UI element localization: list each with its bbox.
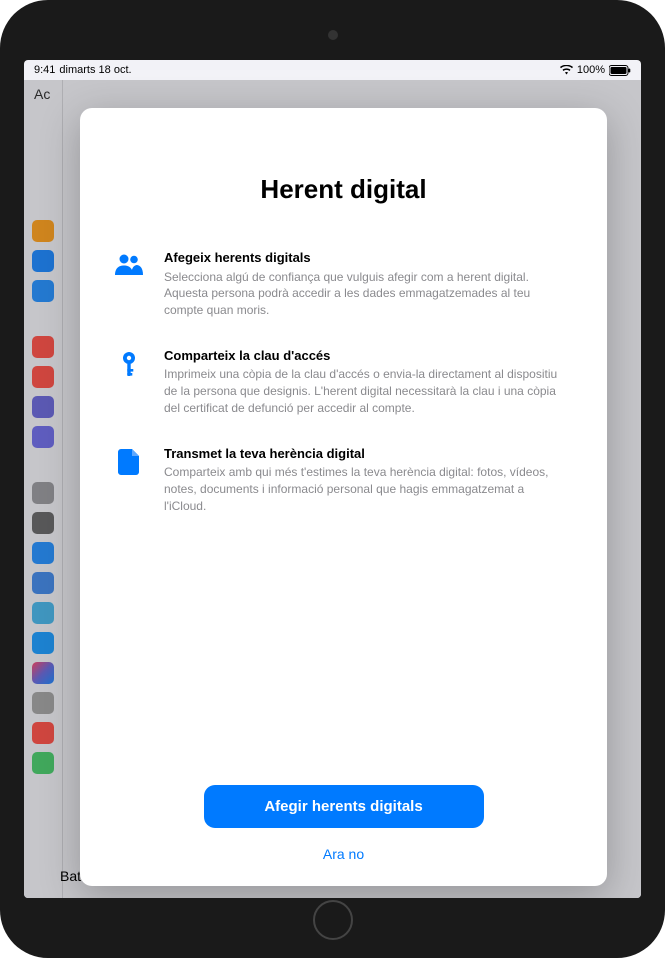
digital-legacy-modal: Herent digital Afegeix herents digitals … [80,108,607,886]
info-row-add-contacts: Afegeix herents digitals Selecciona algú… [112,249,567,319]
info-text: Afegeix herents digitals Selecciona algú… [164,249,567,319]
info-desc: Imprimeix una còpia de la clau d'accés o… [164,366,567,416]
info-row-pass-on: Transmet la teva herència digital Compar… [112,445,567,515]
battery-icon [609,65,631,76]
info-heading: Transmet la teva herència digital [164,445,567,463]
key-icon [112,347,146,377]
info-list: Afegeix herents digitals Selecciona algú… [106,249,581,515]
info-row-share-key: Comparteix la clau d'accés Imprimeix una… [112,347,567,417]
home-button[interactable] [313,900,353,940]
info-desc: Selecciona algú de confiança que vulguis… [164,269,567,319]
status-left: 9:41 dimarts 18 oct. [34,64,132,76]
info-text: Comparteix la clau d'accés Imprimeix una… [164,347,567,417]
info-text: Transmet la teva herència digital Compar… [164,445,567,515]
status-time: 9:41 [34,64,55,76]
document-icon [112,445,146,475]
info-desc: Comparteix amb qui més t'estimes la teva… [164,464,567,514]
modal-footer: Afegir herents digitals Ara no [106,785,581,866]
add-legacy-contact-button[interactable]: Afegir herents digitals [204,785,484,828]
status-date: dimarts 18 oct. [59,64,131,76]
wifi-icon [560,65,573,75]
status-bar: 9:41 dimarts 18 oct. 100% [24,60,641,80]
people-icon [112,249,146,275]
info-heading: Comparteix la clau d'accés [164,347,567,365]
ipad-frame: 9:41 dimarts 18 oct. 100% Ac [0,0,665,958]
battery-percentage: 100% [577,64,605,76]
status-right: 100% [560,64,631,76]
camera-dot [328,30,338,40]
info-heading: Afegeix herents digitals [164,249,567,267]
not-now-button[interactable]: Ara no [313,842,374,866]
screen: 9:41 dimarts 18 oct. 100% Ac [24,60,641,898]
modal-title: Herent digital [106,174,581,205]
